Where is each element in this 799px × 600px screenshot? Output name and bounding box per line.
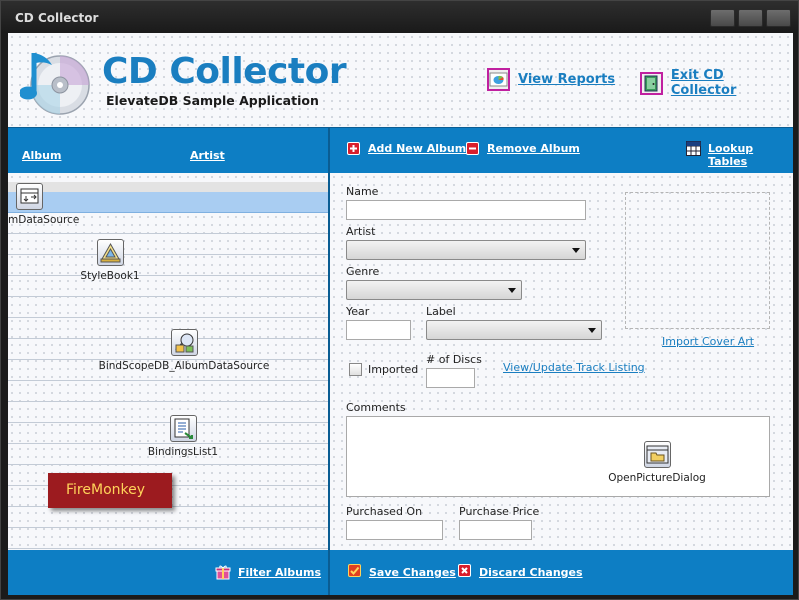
- datasource-component[interactable]: mDataSource: [8, 183, 80, 226]
- table-row[interactable]: [8, 528, 328, 549]
- minimize-button[interactable]: [710, 9, 735, 27]
- bindingslist-icon: [169, 415, 197, 442]
- add-icon[interactable]: [347, 142, 360, 155]
- view-reports-label: View Reports: [518, 72, 616, 87]
- bindscope-label: BindScopeDB_AlbumDataSource: [98, 360, 270, 372]
- datasource-icon: [16, 183, 43, 210]
- maximize-button[interactable]: [738, 9, 763, 27]
- open-folder-icon: [643, 441, 671, 468]
- bindingslist-label: BindingsList1: [147, 446, 219, 458]
- discs-input[interactable]: [426, 368, 475, 388]
- stylebook-icon: [96, 239, 124, 266]
- reports-icon: [487, 68, 510, 91]
- year-label: Year: [346, 305, 370, 318]
- table-row[interactable]: [8, 507, 328, 528]
- title-bar[interactable]: CD Collector: [1, 1, 798, 33]
- exit-label: Exit CD Collector: [670, 68, 737, 98]
- artist-column-header[interactable]: Artist: [190, 149, 225, 162]
- filter-gift-icon[interactable]: [215, 564, 231, 580]
- save-check-icon[interactable]: [348, 564, 361, 577]
- close-button[interactable]: [766, 9, 791, 27]
- table-row[interactable]: [8, 255, 328, 276]
- discs-label: # of Discs: [426, 353, 482, 366]
- view-reports-link[interactable]: View Reports: [487, 68, 615, 91]
- imported-label: Imported: [368, 363, 419, 376]
- discard-x-icon[interactable]: [458, 564, 471, 577]
- import-cover-art-link[interactable]: Import Cover Art: [662, 335, 754, 348]
- cover-art-frame[interactable]: [625, 192, 770, 329]
- comments-label: Comments: [346, 401, 406, 414]
- chevron-down-icon: [508, 288, 516, 293]
- chevron-down-icon: [588, 328, 596, 333]
- firemonkey-badge: FireMonkey: [48, 473, 172, 508]
- bindscope-component[interactable]: BindScopeDB_AlbumDataSource: [94, 329, 274, 372]
- genre-label: Genre: [346, 265, 380, 278]
- discard-changes-button[interactable]: Discard Changes: [479, 566, 583, 579]
- album-toolbar: Add New Album Remove Album Lookup Tables: [330, 127, 793, 173]
- app-header: CD Collector ElevateDB Sample Applicatio…: [8, 33, 793, 127]
- table-row[interactable]: [8, 276, 328, 297]
- exit-link[interactable]: Exit CD Collector: [640, 68, 793, 98]
- album-footer-bar: Save Changes Discard Changes: [330, 550, 793, 595]
- purchase-price-label: Purchase Price: [459, 505, 540, 518]
- table-row[interactable]: [8, 297, 328, 318]
- exit-door-icon: [640, 71, 663, 95]
- table-row[interactable]: [8, 234, 328, 255]
- purchased-on-input[interactable]: [346, 520, 443, 540]
- app-subtitle: ElevateDB Sample Application: [106, 93, 319, 108]
- album-detail-form: Name Artist Genre Year Label Imported # …: [330, 173, 793, 550]
- album-column-header[interactable]: Album: [22, 149, 61, 162]
- stylebook-label: StyleBook1: [80, 270, 140, 282]
- name-input[interactable]: [346, 200, 586, 220]
- save-changes-button[interactable]: Save Changes: [369, 566, 456, 579]
- window-title: CD Collector: [15, 11, 99, 25]
- label-label: Label: [426, 305, 456, 318]
- year-input[interactable]: [346, 320, 411, 340]
- lookup-tables-button[interactable]: Lookup Tables: [708, 142, 793, 168]
- artist-combobox[interactable]: [346, 240, 586, 260]
- filter-albums-button[interactable]: Filter Albums: [238, 566, 321, 579]
- lookup-table-icon[interactable]: [686, 141, 701, 156]
- artist-label: Artist: [346, 225, 376, 238]
- chevron-down-icon: [572, 248, 580, 253]
- name-label: Name: [346, 185, 379, 198]
- open-picture-dialog-label: OpenPictureDialog: [608, 472, 706, 484]
- grid-header-bar: Album Artist: [8, 127, 328, 173]
- label-combobox[interactable]: [426, 320, 602, 340]
- genre-combobox[interactable]: [346, 280, 522, 300]
- datasource-label: mDataSource: [8, 214, 80, 226]
- bindscope-icon: [170, 329, 198, 356]
- open-picture-dialog-component[interactable]: OpenPictureDialog: [602, 441, 712, 484]
- add-new-album-button[interactable]: Add New Album: [368, 142, 466, 155]
- track-listing-link[interactable]: View/Update Track Listing: [503, 361, 645, 374]
- app-window: CD Collector CD Collector ElevateDB Samp…: [0, 0, 799, 600]
- remove-icon[interactable]: [466, 142, 479, 155]
- bindingslist-component[interactable]: BindingsList1: [143, 415, 223, 458]
- purchase-price-input[interactable]: [459, 520, 532, 540]
- cd-music-logo-icon: [19, 47, 90, 123]
- client-area: CD Collector ElevateDB Sample Applicatio…: [8, 33, 793, 595]
- stylebook-component[interactable]: StyleBook1: [80, 239, 140, 282]
- app-title: CD Collector: [102, 51, 347, 92]
- purchased-on-label: Purchased On: [346, 505, 423, 518]
- table-row[interactable]: [8, 381, 328, 402]
- grid-footer-bar: Filter Albums: [8, 550, 328, 595]
- remove-album-button[interactable]: Remove Album: [487, 142, 580, 155]
- imported-checkbox[interactable]: [349, 363, 362, 376]
